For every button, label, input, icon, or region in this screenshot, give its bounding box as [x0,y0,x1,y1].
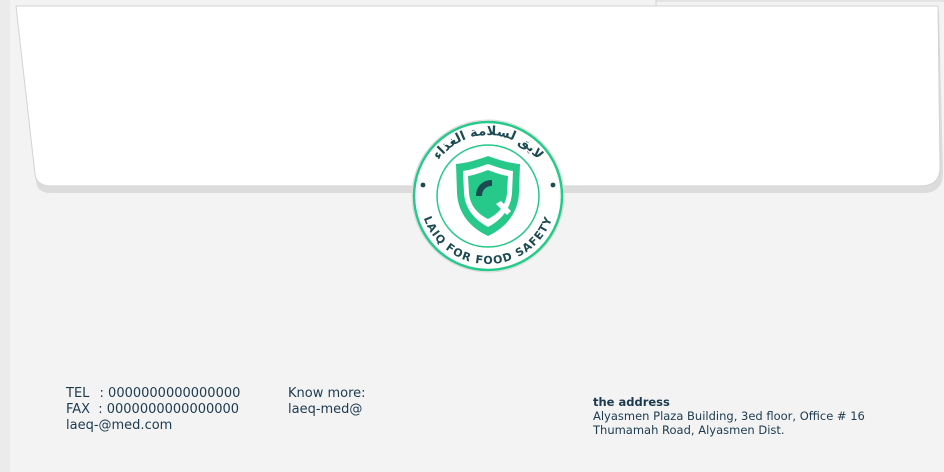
email-text: laeq-@med.com [66,418,173,433]
seal-dot-left [420,182,426,188]
tel-label: TEL [66,386,90,401]
fax-label: FAX [66,402,91,417]
address-title: the address [593,395,670,409]
tel-line: TEL : 0000000000000000 [66,386,240,402]
tel-value: : 0000000000000000 [99,386,241,401]
know-more-label: Know more: [288,386,366,401]
fax-line: FAX : 0000000000000000 [66,402,239,418]
left-edge [0,0,10,472]
seal-dot-right [550,182,556,188]
address-line-2: Thumamah Road, Alyasmen Dist. [593,423,785,437]
know-more-value: laeq-med@ [288,402,363,417]
address-line-1: Alyasmen Plaza Building, 3ed floor, Offi… [593,409,865,423]
address-block: the address Alyasmen Plaza Building, 3ed… [593,395,865,437]
seal-logo: لايق لسلامة الغذاء LAIQ FOR FOOD SAFETY [411,119,565,273]
fax-value: : 0000000000000000 [98,402,240,417]
top-right-edge [656,0,944,2]
